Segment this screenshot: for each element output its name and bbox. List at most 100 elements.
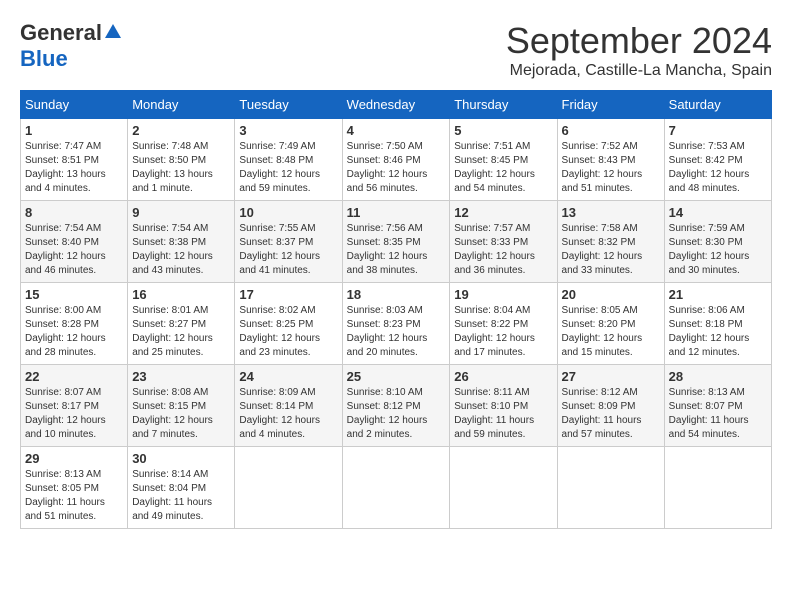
day-number: 3 — [239, 123, 337, 138]
day-number: 30 — [132, 451, 230, 466]
calendar-cell: 16 Sunrise: 8:01 AMSunset: 8:27 PMDayligh… — [128, 283, 235, 365]
day-info: Sunrise: 7:54 AMSunset: 8:40 PMDaylight:… — [25, 222, 123, 278]
calendar-cell: 25 Sunrise: 8:10 AMSunset: 8:12 PMDayligh… — [342, 365, 450, 447]
calendar-cell: 2 Sunrise: 7:48 AMSunset: 8:50 PMDaylight… — [128, 119, 235, 201]
day-info: Sunrise: 8:09 AMSunset: 8:14 PMDaylight:… — [239, 386, 337, 442]
calendar-cell: 22 Sunrise: 8:07 AMSunset: 8:17 PMDayligh… — [21, 365, 128, 447]
day-number: 10 — [239, 205, 337, 220]
day-number: 22 — [25, 369, 123, 384]
day-number: 27 — [562, 369, 660, 384]
day-info: Sunrise: 8:00 AMSunset: 8:28 PMDaylight:… — [25, 304, 123, 360]
day-number: 6 — [562, 123, 660, 138]
col-header-friday: Friday — [557, 91, 664, 119]
day-info: Sunrise: 7:56 AMSunset: 8:35 PMDaylight:… — [347, 222, 446, 278]
day-info: Sunrise: 8:04 AMSunset: 8:22 PMDaylight:… — [454, 304, 552, 360]
col-header-saturday: Saturday — [664, 91, 771, 119]
calendar-cell: 6 Sunrise: 7:52 AMSunset: 8:43 PMDaylight… — [557, 119, 664, 201]
day-info: Sunrise: 7:59 AMSunset: 8:30 PMDaylight:… — [669, 222, 767, 278]
calendar-cell: 24 Sunrise: 8:09 AMSunset: 8:14 PMDayligh… — [235, 365, 342, 447]
day-number: 16 — [132, 287, 230, 302]
day-info: Sunrise: 7:48 AMSunset: 8:50 PMDaylight:… — [132, 140, 230, 196]
calendar-cell — [342, 447, 450, 529]
calendar-cell: 3 Sunrise: 7:49 AMSunset: 8:48 PMDaylight… — [235, 119, 342, 201]
day-number: 20 — [562, 287, 660, 302]
page-header: General Blue September 2024 Mejorada, Ca… — [20, 20, 772, 80]
day-info: Sunrise: 8:01 AMSunset: 8:27 PMDaylight:… — [132, 304, 230, 360]
day-info: Sunrise: 7:52 AMSunset: 8:43 PMDaylight:… — [562, 140, 660, 196]
month-title: September 2024 — [506, 20, 772, 62]
day-number: 7 — [669, 123, 767, 138]
day-info: Sunrise: 7:50 AMSunset: 8:46 PMDaylight:… — [347, 140, 446, 196]
day-number: 2 — [132, 123, 230, 138]
day-number: 13 — [562, 205, 660, 220]
day-number: 29 — [25, 451, 123, 466]
day-number: 23 — [132, 369, 230, 384]
day-info: Sunrise: 8:14 AMSunset: 8:04 PMDaylight:… — [132, 468, 230, 524]
calendar-cell: 29 Sunrise: 8:13 AMSunset: 8:05 PMDayligh… — [21, 447, 128, 529]
calendar-cell: 26 Sunrise: 8:11 AMSunset: 8:10 PMDayligh… — [450, 365, 557, 447]
calendar-cell: 8Sunrise: 7:54 AMSunset: 8:40 PMDaylight… — [21, 201, 128, 283]
calendar-week-row: 15 Sunrise: 8:00 AMSunset: 8:28 PMDayligh… — [21, 283, 772, 365]
calendar-week-row: 8Sunrise: 7:54 AMSunset: 8:40 PMDaylight… — [21, 201, 772, 283]
day-number: 19 — [454, 287, 552, 302]
calendar-cell: 18 Sunrise: 8:03 AMSunset: 8:23 PMDayligh… — [342, 283, 450, 365]
calendar-cell: 17 Sunrise: 8:02 AMSunset: 8:25 PMDayligh… — [235, 283, 342, 365]
day-info: Sunrise: 7:58 AMSunset: 8:32 PMDaylight:… — [562, 222, 660, 278]
day-number: 15 — [25, 287, 123, 302]
day-info: Sunrise: 8:13 AMSunset: 8:07 PMDaylight:… — [669, 386, 767, 442]
day-number: 1 — [25, 123, 123, 138]
title-section: September 2024 Mejorada, Castille-La Man… — [506, 20, 772, 80]
day-info: Sunrise: 8:10 AMSunset: 8:12 PMDaylight:… — [347, 386, 446, 442]
day-info: Sunrise: 8:11 AMSunset: 8:10 PMDaylight:… — [454, 386, 552, 442]
calendar-cell: 1 Sunrise: 7:47 AMSunset: 8:51 PMDaylight… — [21, 119, 128, 201]
day-number: 25 — [347, 369, 446, 384]
day-number: 26 — [454, 369, 552, 384]
calendar-cell — [450, 447, 557, 529]
logo-triangle-icon — [105, 24, 121, 38]
calendar-cell — [557, 447, 664, 529]
calendar-week-row: 29 Sunrise: 8:13 AMSunset: 8:05 PMDayligh… — [21, 447, 772, 529]
calendar-table: SundayMondayTuesdayWednesdayThursdayFrid… — [20, 90, 772, 529]
calendar-cell: 19 Sunrise: 8:04 AMSunset: 8:22 PMDayligh… — [450, 283, 557, 365]
calendar-header-row: SundayMondayTuesdayWednesdayThursdayFrid… — [21, 91, 772, 119]
day-number: 17 — [239, 287, 337, 302]
day-number: 18 — [347, 287, 446, 302]
calendar-cell: 11 Sunrise: 7:56 AMSunset: 8:35 PMDayligh… — [342, 201, 450, 283]
calendar-cell: 5Sunrise: 7:51 AMSunset: 8:45 PMDaylight… — [450, 119, 557, 201]
day-number: 11 — [347, 205, 446, 220]
day-info: Sunrise: 8:07 AMSunset: 8:17 PMDaylight:… — [25, 386, 123, 442]
logo-general: General — [20, 20, 102, 46]
col-header-wednesday: Wednesday — [342, 91, 450, 119]
calendar-cell: 23 Sunrise: 8:08 AMSunset: 8:15 PMDayligh… — [128, 365, 235, 447]
logo-blue: Blue — [20, 46, 68, 72]
day-info: Sunrise: 8:12 AMSunset: 8:09 PMDaylight:… — [562, 386, 660, 442]
location-subtitle: Mejorada, Castille-La Mancha, Spain — [506, 62, 772, 80]
day-number: 9 — [132, 205, 230, 220]
calendar-cell: 15 Sunrise: 8:00 AMSunset: 8:28 PMDayligh… — [21, 283, 128, 365]
day-number: 4 — [347, 123, 446, 138]
calendar-cell: 10Sunrise: 7:55 AMSunset: 8:37 PMDayligh… — [235, 201, 342, 283]
calendar-cell: 9 Sunrise: 7:54 AMSunset: 8:38 PMDaylight… — [128, 201, 235, 283]
calendar-cell: 28Sunrise: 8:13 AMSunset: 8:07 PMDayligh… — [664, 365, 771, 447]
day-info: Sunrise: 7:57 AMSunset: 8:33 PMDaylight:… — [454, 222, 552, 278]
col-header-thursday: Thursday — [450, 91, 557, 119]
calendar-cell: 4 Sunrise: 7:50 AMSunset: 8:46 PMDaylight… — [342, 119, 450, 201]
day-info: Sunrise: 7:47 AMSunset: 8:51 PMDaylight:… — [25, 140, 123, 196]
day-info: Sunrise: 8:08 AMSunset: 8:15 PMDaylight:… — [132, 386, 230, 442]
day-info: Sunrise: 7:49 AMSunset: 8:48 PMDaylight:… — [239, 140, 337, 196]
calendar-week-row: 22 Sunrise: 8:07 AMSunset: 8:17 PMDayligh… — [21, 365, 772, 447]
day-info: Sunrise: 7:54 AMSunset: 8:38 PMDaylight:… — [132, 222, 230, 278]
day-number: 24 — [239, 369, 337, 384]
col-header-tuesday: Tuesday — [235, 91, 342, 119]
day-info: Sunrise: 8:02 AMSunset: 8:25 PMDaylight:… — [239, 304, 337, 360]
day-info: Sunrise: 8:03 AMSunset: 8:23 PMDaylight:… — [347, 304, 446, 360]
day-number: 14 — [669, 205, 767, 220]
calendar-cell: 14 Sunrise: 7:59 AMSunset: 8:30 PMDayligh… — [664, 201, 771, 283]
col-header-monday: Monday — [128, 91, 235, 119]
col-header-sunday: Sunday — [21, 91, 128, 119]
day-info: Sunrise: 8:13 AMSunset: 8:05 PMDaylight:… — [25, 468, 123, 524]
calendar-cell: 20 Sunrise: 8:05 AMSunset: 8:20 PMDayligh… — [557, 283, 664, 365]
day-info: Sunrise: 8:05 AMSunset: 8:20 PMDaylight:… — [562, 304, 660, 360]
calendar-cell: 21Sunrise: 8:06 AMSunset: 8:18 PMDayligh… — [664, 283, 771, 365]
calendar-cell — [235, 447, 342, 529]
